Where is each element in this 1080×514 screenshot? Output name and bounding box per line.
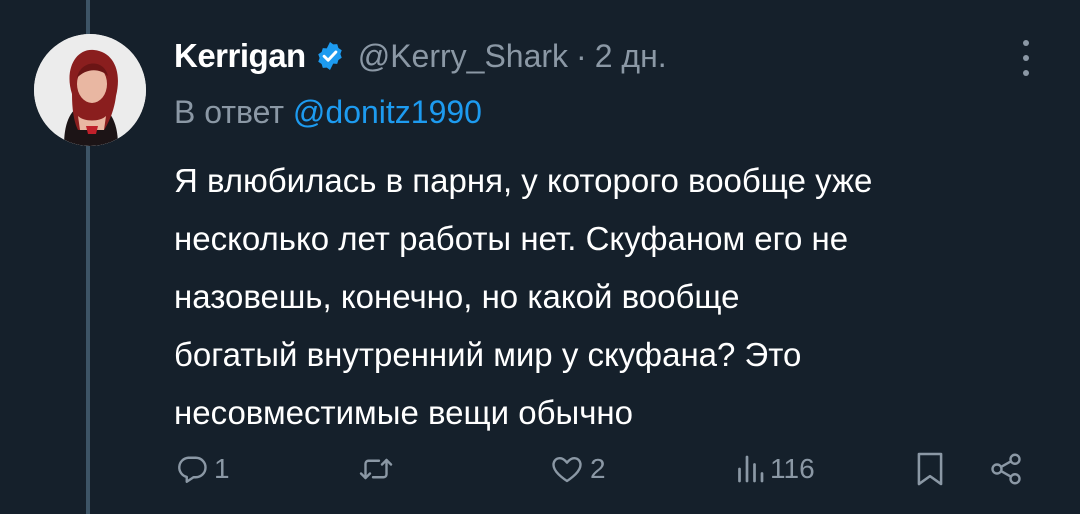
- bookmark-button[interactable]: [914, 444, 946, 494]
- heart-icon: [552, 457, 582, 483]
- tweet-time[interactable]: 2 дн.: [595, 38, 667, 75]
- retweet-icon: [359, 458, 393, 480]
- author-handle[interactable]: @Kerry_Shark: [358, 38, 568, 75]
- tweet-text: Я влюбилась в парня, у которого вообще у…: [174, 152, 1054, 442]
- like-button[interactable]: 2: [548, 444, 606, 494]
- more-vertical-icon[interactable]: [1014, 38, 1038, 78]
- tweet-text-line: Я влюбилась в парня, у которого вообще у…: [174, 162, 873, 199]
- action-bar: 1 2 116: [0, 444, 1080, 494]
- reply-mention-link[interactable]: @donitz1990: [293, 94, 482, 130]
- reply-button[interactable]: 1: [174, 444, 230, 494]
- tweet-text-line: несовместимые вещи обычно: [174, 394, 633, 431]
- share-icon: [991, 453, 1021, 485]
- views-button[interactable]: 116: [734, 444, 815, 494]
- reply-icon: [178, 456, 207, 483]
- tweet-text-line: назовешь, конечно, но какой вообще: [174, 278, 740, 315]
- separator-dot: ·: [576, 37, 587, 74]
- author-name[interactable]: Kerrigan: [174, 37, 306, 75]
- tweet-text-line: несколько лет работы нет. Скуфаном его н…: [174, 220, 849, 257]
- like-count: 2: [590, 453, 606, 484]
- tweet-text-line: богатый внутренний мир у скуфана? Это: [174, 336, 802, 373]
- verified-badge-icon: [314, 40, 346, 72]
- tweet-header: Kerrigan @Kerry_Shark · 2 дн.: [174, 36, 667, 76]
- avatar-image: [34, 34, 146, 146]
- views-count: 116: [770, 453, 815, 484]
- retweet-button[interactable]: [356, 444, 400, 494]
- reply-prefix: В ответ: [174, 94, 285, 130]
- share-button[interactable]: [986, 444, 1026, 494]
- views-icon: [738, 455, 764, 483]
- bookmark-icon: [917, 452, 943, 486]
- reply-count: 1: [214, 453, 230, 484]
- avatar[interactable]: [34, 34, 146, 146]
- reply-context: В ответ @donitz1990: [174, 94, 482, 131]
